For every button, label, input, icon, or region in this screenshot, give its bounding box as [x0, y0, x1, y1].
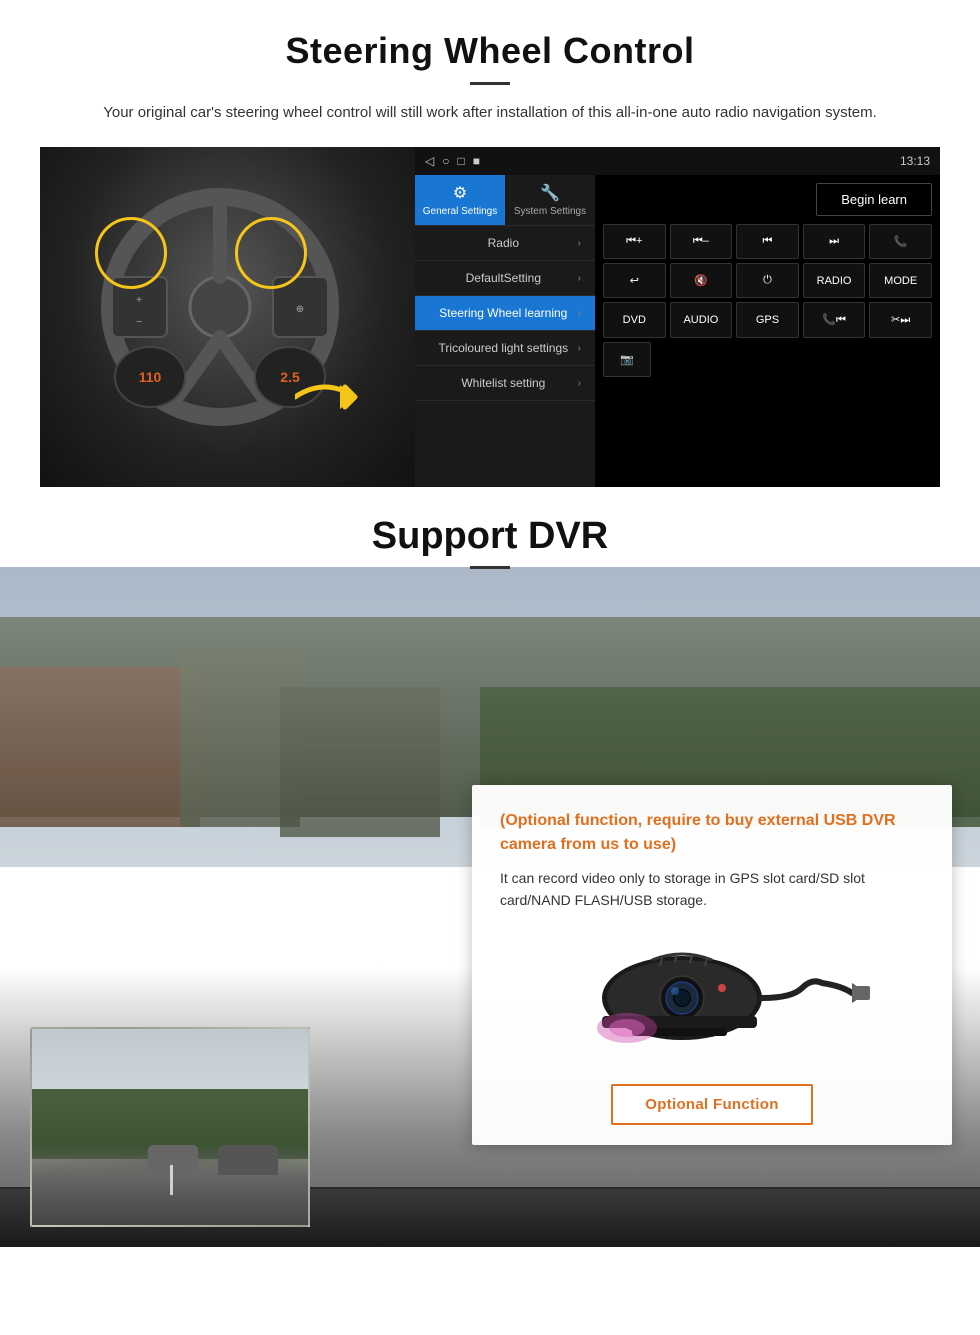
steering-section: Steering Wheel Control Your original car…: [0, 0, 980, 487]
dvd-btn[interactable]: DVD: [603, 302, 666, 338]
next-btn[interactable]: ⏭: [803, 224, 866, 259]
statusbar-time: 13:13: [900, 154, 930, 168]
dvr-card-body: It can record video only to storage in G…: [500, 867, 924, 912]
begin-learn-row: Begin learn: [603, 183, 932, 220]
recents-icon[interactable]: □: [457, 154, 464, 168]
thumb-car-2: [148, 1145, 198, 1170]
general-settings-label: General Settings: [423, 206, 498, 217]
svg-text:−: −: [136, 317, 142, 328]
button-grid: Begin learn ⏮+ ⏮– ⏮ ⏭ 📞 ↩ 🔇 ⏻: [595, 175, 940, 487]
general-settings-tab[interactable]: ⚙ General Settings: [415, 175, 505, 225]
dvr-info-card: (Optional function, require to buy exter…: [472, 785, 952, 1145]
menu-whitelist[interactable]: Whitelist setting ›: [415, 366, 595, 401]
mute-btn[interactable]: 🔇: [670, 263, 733, 298]
dvr-card-title: (Optional function, require to buy exter…: [500, 809, 924, 857]
ctrl-row-3: DVD AUDIO GPS 📞⏮ ✂⏭: [603, 302, 932, 338]
android-statusbar: ◁ ○ □ ■ 13:13: [415, 147, 940, 175]
system-settings-tab[interactable]: 🔧 System Settings: [505, 175, 595, 225]
dvr-title: Support DVR: [40, 515, 940, 558]
begin-learn-button[interactable]: Begin learn: [816, 183, 932, 216]
svg-text:+: +: [136, 295, 142, 306]
menu-steering-wheel[interactable]: Steering Wheel learning ›: [415, 296, 595, 331]
menu-panel: ⚙ General Settings 🔧 System Settings Rad…: [415, 175, 595, 487]
thumb-car-1: [218, 1145, 278, 1175]
back-icon[interactable]: ◁: [425, 154, 434, 168]
svg-text:⊕: ⊕: [296, 304, 304, 315]
dvr-camera-area: [500, 928, 924, 1068]
menu-tricoloured[interactable]: Tricoloured light settings ›: [415, 331, 595, 366]
settings-tab-row: ⚙ General Settings 🔧 System Settings: [415, 175, 595, 226]
menu-icon[interactable]: ■: [473, 154, 480, 168]
chevron-icon-3: ›: [578, 308, 581, 319]
lane-marking: [170, 1165, 173, 1195]
mode-btn[interactable]: MODE: [869, 263, 932, 298]
android-screen: ◁ ○ □ ■ 13:13 ⚙ General Settings: [415, 147, 940, 487]
audio-btn[interactable]: AUDIO: [670, 302, 733, 338]
steering-title: Steering Wheel Control: [40, 30, 940, 72]
end-call-btn[interactable]: ↩: [603, 263, 666, 298]
title-divider-1: [470, 82, 510, 85]
chevron-icon-5: ›: [578, 378, 581, 389]
android-body: ⚙ General Settings 🔧 System Settings Rad…: [415, 175, 940, 487]
vol-up-btn[interactable]: ⏮+: [603, 224, 666, 259]
steering-demo: + − ⊕ 110 2.5: [40, 147, 940, 487]
gear-icon: ⚙: [453, 183, 467, 203]
yellow-arrow-icon: [295, 367, 385, 427]
dvr-camera-image: [552, 928, 872, 1068]
steering-description: Your original car's steering wheel contr…: [60, 101, 920, 125]
vol-down-btn[interactable]: ⏮–: [670, 224, 733, 259]
radio-btn[interactable]: RADIO: [803, 263, 866, 298]
highlight-circle-right: [235, 217, 307, 289]
chevron-icon: ›: [578, 238, 581, 249]
power-btn[interactable]: ⏻: [736, 263, 799, 298]
prev-btn[interactable]: ⏮: [736, 224, 799, 259]
gps-btn[interactable]: GPS: [736, 302, 799, 338]
camera-btn[interactable]: 📷: [603, 342, 651, 377]
system-icon: 🔧: [540, 183, 560, 203]
dvr-thumbnail: [30, 1027, 310, 1227]
svg-text:110: 110: [139, 369, 162, 385]
call-prev-btn[interactable]: 📞⏮: [803, 302, 866, 338]
highlight-circle-left: [95, 217, 167, 289]
cut-next-btn[interactable]: ✂⏭: [869, 302, 932, 338]
steering-photo: + − ⊕ 110 2.5: [40, 147, 415, 487]
dvr-title-area: Support DVR: [0, 487, 980, 585]
home-icon[interactable]: ○: [442, 154, 449, 168]
optional-function-button[interactable]: Optional Function: [611, 1084, 812, 1125]
menu-radio[interactable]: Radio ›: [415, 226, 595, 261]
dvr-section: Support DVR (Optional function, require …: [0, 487, 980, 1247]
statusbar-nav-icons: ◁ ○ □ ■: [425, 154, 480, 168]
optional-btn-row: Optional Function: [500, 1084, 924, 1125]
menu-default-setting[interactable]: DefaultSetting ›: [415, 261, 595, 296]
system-settings-label: System Settings: [514, 206, 586, 217]
ctrl-row-4: 📷: [603, 342, 932, 377]
title-divider-2: [470, 566, 510, 569]
call-btn[interactable]: 📞: [869, 224, 932, 259]
ctrl-row-2: ↩ 🔇 ⏻ RADIO MODE: [603, 263, 932, 298]
ctrl-row-1: ⏮+ ⏮– ⏮ ⏭ 📞: [603, 224, 932, 259]
chevron-icon-4: ›: [578, 343, 581, 354]
chevron-icon-2: ›: [578, 273, 581, 284]
